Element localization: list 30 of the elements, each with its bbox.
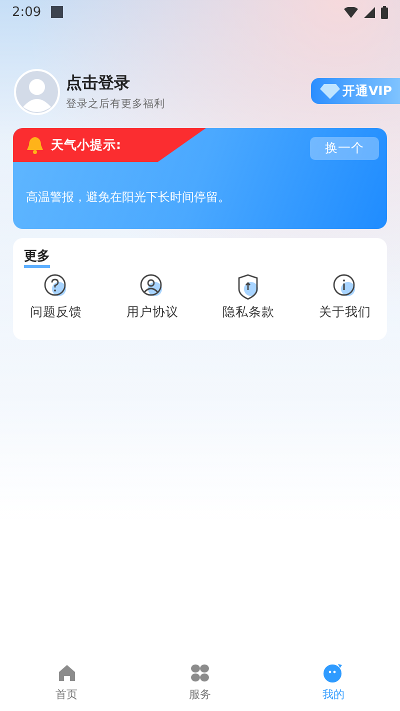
diamond-icon — [320, 83, 340, 99]
bell-icon — [26, 136, 44, 154]
weather-title: 天气小提示: — [51, 136, 121, 154]
section-title: 更多 — [24, 249, 50, 268]
menu-label: 问题反馈 — [30, 304, 82, 321]
menu-label: 关于我们 — [318, 304, 371, 321]
shield-icon — [236, 274, 261, 300]
home-icon — [56, 663, 77, 683]
question-icon — [44, 274, 68, 298]
face-bubble-icon — [323, 663, 344, 683]
menu-item[interactable]: 关于我们 — [310, 274, 380, 321]
nav-tab[interactable]: 服务 — [133, 650, 267, 711]
info-icon — [332, 274, 357, 298]
menu-item[interactable]: 隐私条款 — [214, 274, 284, 321]
grid-icon — [190, 663, 210, 683]
menu-label: 用户协议 — [126, 304, 178, 321]
menu-item[interactable]: 问题反馈 — [21, 274, 91, 321]
battery-icon — [381, 6, 388, 18]
status-time: 2:09 — [12, 4, 42, 20]
notification-icon — [51, 6, 64, 18]
user-icon — [140, 274, 164, 298]
menu-label: 隐私条款 — [222, 304, 275, 321]
weather-message: 高温警报，避免在阳光下长时间停留。 — [26, 189, 231, 206]
avatar-icon[interactable] — [14, 69, 60, 115]
signal-icon — [364, 6, 375, 18]
login-subtitle: 登录之后有更多福利 — [66, 97, 166, 111]
login-title[interactable]: 点击登录 — [66, 73, 310, 94]
menu-item[interactable]: 用户协议 — [117, 274, 188, 321]
wifi-icon — [344, 6, 358, 18]
nav-tab[interactable]: 首页 — [0, 650, 134, 711]
